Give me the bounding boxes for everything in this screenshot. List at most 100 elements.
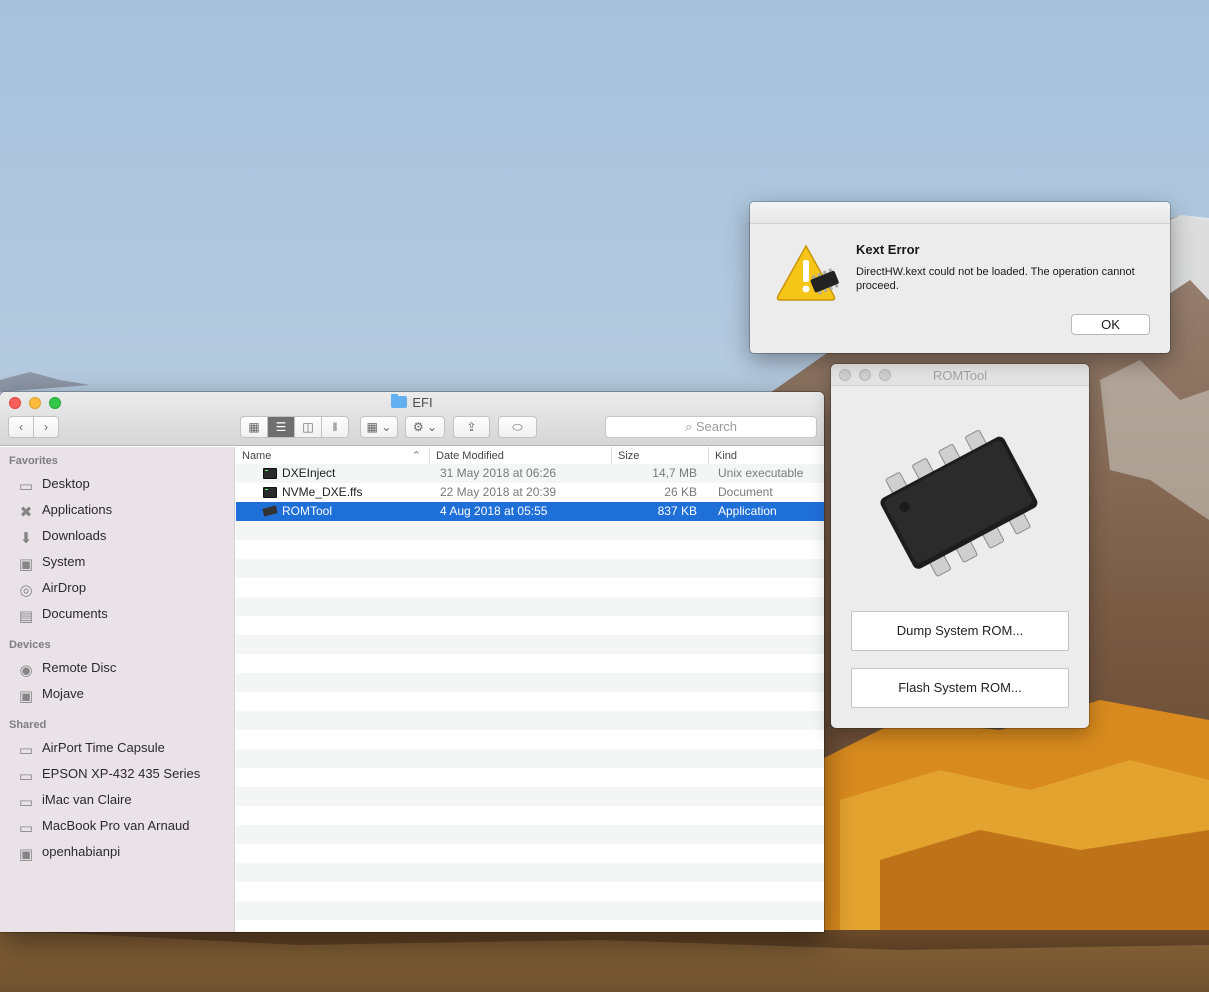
empty-row (236, 597, 824, 616)
chip-icon (880, 429, 1038, 577)
back-forward-buttons: ‹ › (8, 416, 59, 438)
list-view-button[interactable]: ☰ (268, 417, 295, 437)
empty-row (236, 578, 824, 597)
sidebar-item-desktop[interactable]: ▭ Desktop (17, 474, 90, 495)
file-size: 837 KB (657, 504, 697, 518)
disk-icon: ▣ (18, 556, 34, 573)
share-icon: ⇪ (466, 420, 477, 434)
remote-disc-icon: ◉ (19, 662, 33, 679)
columns-icon: ◫ (302, 420, 314, 434)
empty-row (236, 635, 824, 654)
group-by-button[interactable]: ▦ ⌄ (360, 416, 398, 438)
share-button[interactable]: ⇪ (453, 416, 490, 438)
sidebar-item-system[interactable]: ▣ System (17, 552, 85, 573)
empty-row (236, 768, 824, 787)
table-row[interactable]: DXEInject 31 May 2018 at 06:26 14,7 MB U… (236, 464, 824, 483)
search-placeholder: Search (695, 419, 738, 434)
group-icon: ▦ (366, 420, 378, 434)
desktop-icon: ▭ (18, 478, 34, 495)
sidebar-item-downloads[interactable]: ⬇ Downloads (17, 526, 107, 547)
alert-message: DirectHW.kext could not be loaded. The o… (856, 266, 1135, 292)
sidebar-item-label: AirDrop (42, 580, 87, 595)
sidebar-item-airport-time-capsule[interactable]: ▭ AirPort Time Capsule (17, 738, 165, 759)
computer-icon: ▭ (18, 768, 34, 785)
downloads-icon: ⬇ (19, 530, 33, 547)
file-name: DXEInject (282, 466, 336, 480)
file-date: 22 May 2018 at 20:39 (440, 485, 557, 499)
gear-icon: ⚙ (412, 420, 424, 434)
gallery-icon: ‖ (332, 420, 338, 434)
sidebar-item-airdrop[interactable]: ◎ AirDrop (17, 578, 87, 599)
grid-icon: ▦ (248, 420, 260, 434)
computer-icon: ▭ (18, 820, 34, 837)
file-kind: Unix executable (718, 466, 804, 480)
file-date: 31 May 2018 at 06:26 (440, 466, 557, 480)
sidebar-item-label: Remote Disc (42, 660, 117, 675)
document-icon (263, 487, 277, 498)
file-name: NVMe_DXE.ffs (282, 485, 363, 499)
computer-icon: ▭ (18, 794, 34, 811)
window-title: EFI (0, 394, 824, 410)
chevron-right-icon: › (44, 420, 48, 434)
sidebar: Favorites ▭ Desktop ✖ Applications ⬇ Downlo… (0, 447, 235, 932)
search-icon: ⌕ (684, 419, 693, 434)
sidebar-item-label: AirPort Time Capsule (42, 740, 165, 755)
file-size: 26 KB (664, 485, 697, 499)
sidebar-item-label: EPSON XP-432 435 Series (42, 766, 201, 781)
empty-row (236, 521, 824, 540)
gallery-view-button[interactable]: ‖ (322, 417, 348, 437)
sidebar-header-shared: Shared (9, 719, 47, 731)
file-size: 14,7 MB (652, 466, 697, 480)
dump-system-rom-button[interactable]: Dump System ROM... (851, 611, 1069, 651)
empty-row (236, 863, 824, 882)
ok-button[interactable]: OK (1071, 314, 1150, 335)
column-header-label: Kind (715, 450, 738, 462)
window-title: ROMTool (932, 368, 988, 383)
empty-row (236, 787, 824, 806)
sidebar-item-macbook-pro-van-arnaud[interactable]: ▭ MacBook Pro van Arnaud (17, 816, 190, 837)
sidebar-item-documents[interactable]: ▤ Documents (17, 604, 108, 625)
column-header-label: Date Modified (436, 450, 504, 462)
empty-row (236, 673, 824, 692)
empty-row (236, 730, 824, 749)
column-view-button[interactable]: ◫ (295, 417, 322, 437)
empty-row (236, 920, 824, 932)
terminal-icon (263, 468, 277, 479)
table-row[interactable]: NVMe_DXE.ffs 22 May 2018 at 20:39 26 KB … (236, 483, 824, 502)
chevron-down-icon: ⌄ (427, 420, 438, 434)
sidebar-item-label: Downloads (42, 528, 107, 543)
sidebar-item-label: openhabianpi (42, 844, 121, 859)
empty-row (236, 825, 824, 844)
icon-view-button[interactable]: ▦ (241, 417, 268, 437)
tags-button[interactable]: ⬭ (498, 416, 537, 438)
folder-icon (391, 394, 408, 408)
column-header-label: Name (242, 450, 272, 462)
empty-row (236, 711, 824, 730)
alert-title: Kext Error (856, 242, 920, 257)
chevron-down-icon: ⌄ (381, 420, 392, 434)
action-button[interactable]: ⚙ ⌄ (405, 416, 445, 438)
kext-error-alert: Kext Error DirectHW.kext could not be lo… (750, 202, 1170, 353)
list-icon: ☰ (275, 420, 287, 434)
search-input[interactable]: ⌕ Search (605, 416, 817, 438)
empty-row (236, 901, 824, 920)
airdrop-icon: ◎ (19, 582, 33, 599)
sidebar-item-openhabianpi[interactable]: ▣ openhabianpi (17, 842, 121, 863)
empty-row (236, 654, 824, 673)
sidebar-item-epson-printer[interactable]: ▭ EPSON XP-432 435 Series (17, 764, 201, 785)
flash-system-rom-button[interactable]: Flash System ROM... (851, 668, 1069, 708)
sidebar-item-label: MacBook Pro van Arnaud (42, 818, 190, 833)
sidebar-item-imac-van-claire[interactable]: ▭ iMac van Claire (17, 790, 132, 811)
empty-row (236, 844, 824, 863)
sidebar-item-remote-disc[interactable]: ◉ Remote Disc (17, 658, 117, 679)
sidebar-item-label: Applications (42, 502, 113, 517)
back-button[interactable]: ‹ (9, 417, 34, 437)
computer-icon: ▭ (18, 742, 34, 759)
table-row-selected[interactable]: ROMTool 4 Aug 2018 at 05:55 837 KB Appli… (236, 502, 824, 521)
warning-icon (776, 244, 839, 301)
romtool-window: ROMTool Dump System ROM... Flash System … (831, 364, 1089, 728)
sidebar-item-applications[interactable]: ✖ Applications (17, 500, 113, 521)
sidebar-item-mojave[interactable]: ▣ Mojave (17, 684, 84, 705)
documents-icon: ▤ (18, 608, 34, 625)
forward-button[interactable]: › (34, 417, 58, 437)
